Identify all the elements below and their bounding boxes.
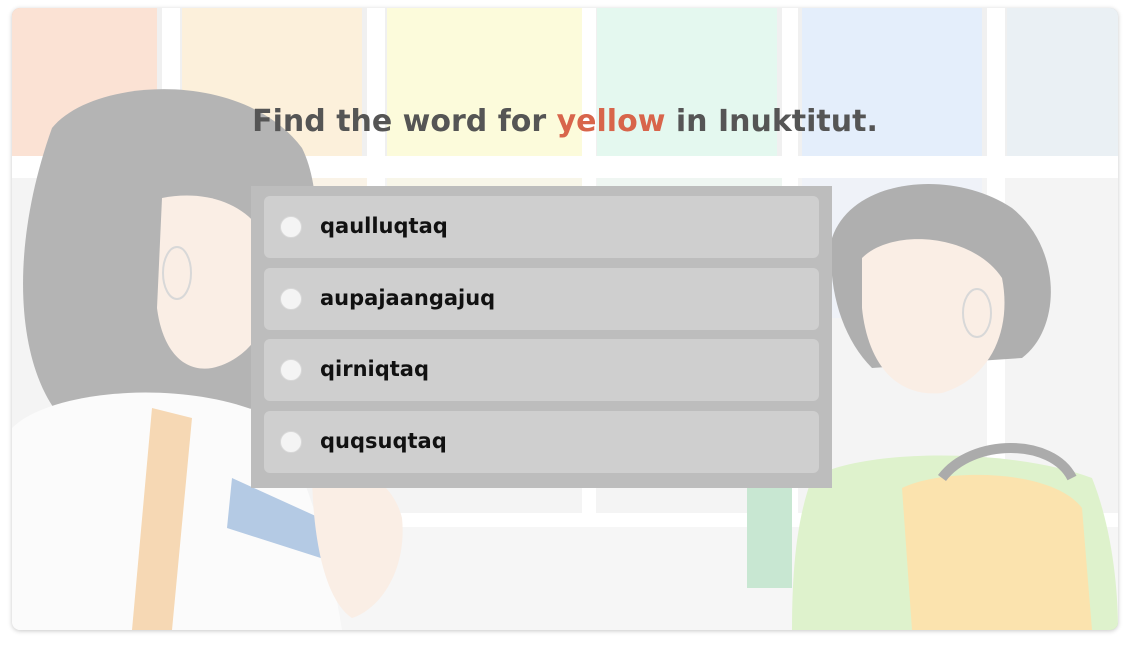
radio-button-icon[interactable] — [280, 216, 302, 238]
answer-option-label: quqsuqtaq — [320, 428, 447, 453]
answer-option-4[interactable]: quqsuqtaq — [264, 410, 819, 473]
answer-option-3[interactable]: qirniqtaq — [264, 339, 819, 401]
question-prefix: Find the word for — [252, 104, 557, 139]
answer-option-2[interactable]: aupajaangajuq — [264, 267, 819, 330]
answer-option-label: aupajaangajuq — [320, 285, 496, 310]
radio-button-icon[interactable] — [280, 287, 302, 310]
question-suffix: in Inuktitut. — [665, 104, 878, 139]
radio-button-icon[interactable] — [280, 359, 302, 381]
quiz-card: Find the word for yellow in Inuktitut. q… — [12, 8, 1118, 630]
question-target-word: yellow — [556, 104, 666, 139]
answer-option-1[interactable]: qaulluqtaq — [264, 196, 819, 258]
answer-option-label: qaulluqtaq — [320, 214, 448, 238]
answer-option-label: qirniqtaq — [320, 357, 430, 381]
question-prompt: Find the word for yellow in Inuktitut. — [12, 104, 1118, 139]
radio-button-icon[interactable] — [280, 430, 302, 453]
answer-choices-panel: qaulluqtaq aupajaangajuq qirniqtaq quqsu… — [251, 186, 832, 488]
